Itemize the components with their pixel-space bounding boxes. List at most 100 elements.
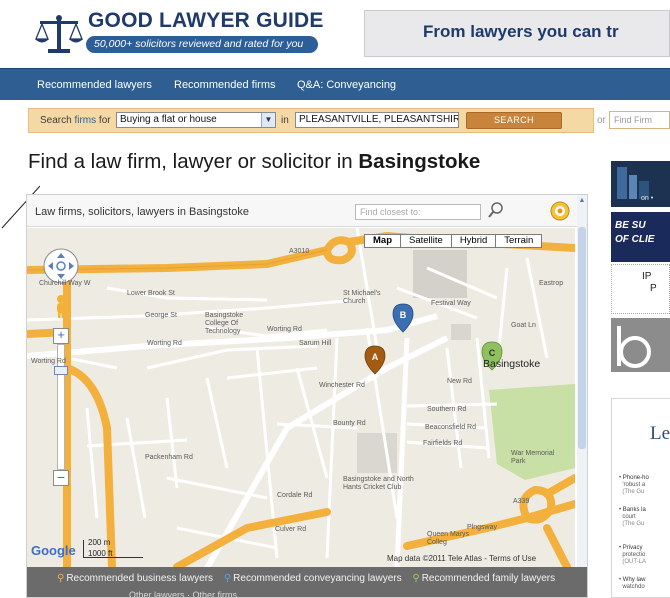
- scale-bottom-label: 1000 ft: [88, 549, 113, 558]
- place-label-cricket: Basingstoke and North Hants Cricket Club: [343, 476, 414, 491]
- sidebar-box-3-line1: IP: [642, 271, 652, 282]
- sidebar-box-3-line2: P: [650, 283, 657, 294]
- search-label: Search firms for: [40, 115, 111, 126]
- nav-item-recommended-firms[interactable]: Recommended firms: [174, 79, 275, 91]
- search-bar: Search firms for Buying a flat or house …: [28, 108, 594, 133]
- location-input[interactable]: PLEASANTVILLE, PLEASANTSHIR: [295, 112, 459, 128]
- map-panel-scrollbar[interactable]: ▲: [577, 195, 587, 567]
- news-item[interactable]: • Why law watchdo: [619, 577, 645, 591]
- category-select[interactable]: Buying a flat or house ▼: [116, 112, 276, 128]
- map-type-control: Map Satellite Hybrid Terrain: [364, 234, 543, 248]
- news-item[interactable]: • Privacy protectio (OUT-LA: [619, 545, 646, 566]
- map-panel: Law firms, solicitors, lawyers in Basing…: [26, 194, 588, 598]
- map-type-map-button[interactable]: Map: [364, 234, 401, 248]
- sidebar-ad-2[interactable]: BE SU OF CLIE: [611, 212, 670, 262]
- place-label-college: Basingstoke College Of Technology: [205, 312, 244, 335]
- road-label-cordale: Cordale Rd: [277, 492, 313, 499]
- sidebar-news: Le • Phone-ho 'robust a (The Gu • Banks …: [611, 398, 670, 598]
- road-label-fairfields: Fairfields Rd: [423, 440, 463, 447]
- road-label-festival: Festival Way: [431, 300, 471, 307]
- find-firm-input[interactable]: Find Firm: [609, 111, 670, 129]
- pin-blue-icon: ⚲: [223, 573, 232, 584]
- news-item[interactable]: • Phone-ho 'robust a (The Gu: [619, 475, 649, 496]
- map-panel-header: Law firms, solicitors, lawyers in Basing…: [27, 195, 587, 227]
- page-title: Find a law firm, lawyer or solicitor in …: [28, 150, 481, 173]
- road-label-bounty: Bounty Rd: [333, 420, 366, 427]
- road-label-lower-brook: Lower Brook St: [127, 290, 175, 297]
- legend-conveyancing-lawyers[interactable]: Recommended conveyancing lawyers: [233, 573, 401, 584]
- chevron-down-icon[interactable]: ▼: [261, 113, 275, 127]
- road-label-pingsway: Plngsway: [467, 524, 497, 531]
- map-type-satellite-button[interactable]: Satellite: [400, 234, 452, 248]
- road-label-a3010: A3010: [289, 248, 310, 255]
- news-item[interactable]: • Banks la court (The Gu: [619, 507, 646, 528]
- marker-a-label: A: [372, 352, 379, 362]
- legend-business-lawyers[interactable]: Recommended business lawyers: [66, 573, 213, 584]
- pegman-icon[interactable]: [54, 294, 68, 318]
- road-label-sarum: Sarum Hill: [299, 340, 332, 347]
- map-legend: ⚲ Recommended business lawyers ⚲ Recommend…: [27, 567, 587, 597]
- b-logo-icon: [617, 326, 651, 368]
- zoom-out-button[interactable]: −: [53, 470, 69, 486]
- sidebar-ad-2-line2: OF CLIE: [615, 234, 655, 245]
- nav-item-recommended-lawyers[interactable]: Recommended lawyers: [37, 79, 152, 91]
- map-type-hybrid-button[interactable]: Hybrid: [450, 234, 497, 248]
- place-label-basingstoke: Basingstoke: [483, 358, 541, 370]
- legend-row-2[interactable]: Other lawyers · Other firms: [129, 590, 237, 597]
- road-label-george: George St: [145, 312, 177, 319]
- road-label-a339: A339: [513, 498, 530, 505]
- map-panel-title: Law firms, solicitors, lawyers in Basing…: [35, 206, 249, 218]
- scales-logo-icon[interactable]: [34, 13, 84, 55]
- pin-orange-icon: ⚲: [57, 573, 65, 584]
- page: GOOD LAWYER GUIDE 50,000+ solicitors rev…: [0, 0, 670, 598]
- marker-c-label: C: [489, 348, 496, 358]
- google-logo[interactable]: Google: [31, 543, 76, 558]
- sidebar-news-heading: Le: [650, 423, 670, 444]
- category-select-value: Buying a flat or house: [120, 114, 217, 125]
- map-canvas[interactable]: A B C Map Satellite Hybrid Terrain + − A…: [27, 228, 575, 567]
- map-roads: A B C: [27, 228, 575, 567]
- road-label-worting-west: Worting Rd: [31, 358, 66, 365]
- road-label-winchester: Winchester Rd: [319, 382, 365, 389]
- road-label-worting-2: Worting Rd: [147, 340, 182, 347]
- place-label-war-memorial: War Memorial Park: [511, 450, 555, 465]
- scrollbar-thumb[interactable]: [578, 227, 586, 449]
- zoom-slider-handle[interactable]: [54, 366, 68, 375]
- legend-family-lawyers[interactable]: Recommended family lawyers: [422, 573, 555, 584]
- banner-ad-text: From lawyers you can tr: [423, 22, 619, 41]
- search-button[interactable]: SEARCH: [466, 112, 562, 129]
- sidebar-ad-1[interactable]: on •: [611, 161, 670, 207]
- locate-target-icon[interactable]: [549, 200, 571, 222]
- nav-item-qa-conveyancing[interactable]: Q&A: Conveyancing: [297, 79, 396, 91]
- road-label-churchill: Churchill Way W: [39, 280, 91, 287]
- main-nav: Recommended lawyers Recommended firms Q&…: [0, 68, 670, 100]
- map-type-terrain-button[interactable]: Terrain: [495, 234, 543, 248]
- road-label-southern: Southern Rd: [427, 406, 467, 413]
- top-banner-ad[interactable]: From lawyers you can tr: [364, 10, 670, 57]
- scroll-up-icon[interactable]: ▲: [578, 197, 586, 207]
- pin-green-icon: ⚲: [412, 573, 420, 584]
- road-label-goat: Goat Ln: [511, 322, 536, 329]
- sidebar-ad-2-line1: BE SU: [615, 220, 646, 231]
- road-label-culver: Culver Rd: [275, 526, 307, 533]
- road-label-beaconsfield: Beaconsfield Rd: [425, 424, 476, 431]
- road-label-new-rd: New Rd: [447, 378, 472, 385]
- site-logo-title[interactable]: GOOD LAWYER GUIDE: [88, 9, 324, 33]
- map-attribution[interactable]: Map data ©2011 Tele Atlas - Terms of Use: [387, 554, 536, 563]
- or-label: or: [597, 115, 606, 126]
- sidebar-ad-4[interactable]: [611, 318, 670, 372]
- marker-b-label: B: [400, 310, 407, 320]
- place-label-queen-marys: Queen Marys Colleg: [427, 531, 470, 546]
- zoom-in-button[interactable]: +: [53, 328, 69, 344]
- sidebar-box-3[interactable]: IP P: [611, 264, 670, 314]
- road-label-packenham: Packenham Rd: [145, 454, 193, 461]
- place-label-eastrop: Eastrop: [539, 280, 564, 287]
- site-header: GOOD LAWYER GUIDE 50,000+ solicitors rev…: [0, 0, 670, 68]
- road-label-worting: Worting Rd: [267, 326, 302, 333]
- find-closest-input[interactable]: Find closest to:: [355, 204, 481, 220]
- search-icon[interactable]: [487, 201, 505, 219]
- search-in-label: in: [281, 115, 289, 126]
- search-type-link[interactable]: firms: [74, 115, 96, 126]
- place-label-church: St Michael's Church: [343, 290, 381, 305]
- sidebar-ad-1-text: on •: [641, 195, 654, 202]
